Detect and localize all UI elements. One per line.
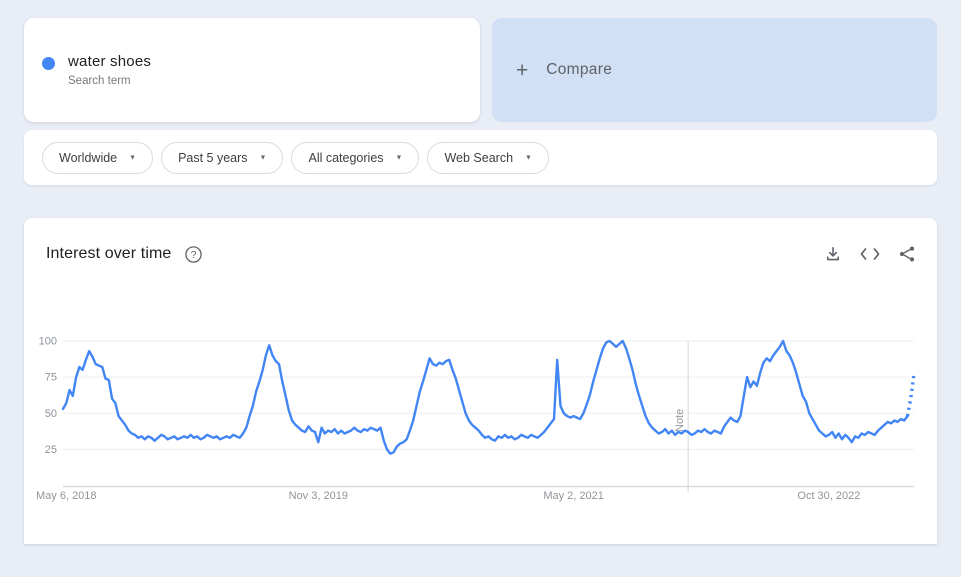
filter-category-label: All categories: [308, 150, 384, 165]
y-axis-label: 75: [45, 372, 57, 384]
filter-timerange-dropdown[interactable]: Past 5 years ▼: [161, 141, 284, 174]
help-icon[interactable]: ?: [184, 245, 203, 264]
chevron-down-icon: ▼: [129, 154, 137, 162]
filter-region-label: Worldwide: [59, 150, 118, 165]
y-axis-label: 50: [45, 408, 57, 420]
trend-line-dotted: [905, 373, 916, 417]
x-axis-label: Oct 30, 2022: [797, 490, 860, 502]
compare-button[interactable]: + Compare: [492, 18, 937, 122]
chart-title: Interest over time: [46, 245, 172, 262]
chevron-down-icon: ▼: [395, 154, 403, 162]
x-axis-label: Nov 3, 2019: [289, 490, 348, 502]
y-axis-label: 25: [45, 444, 57, 456]
filter-timerange-label: Past 5 years: [178, 150, 248, 165]
embed-icon[interactable]: [858, 246, 882, 262]
search-term-text: water shoes: [68, 53, 152, 70]
chart-header: Interest over time ?: [46, 244, 917, 264]
y-axis-label: 100: [39, 336, 57, 348]
share-icon[interactable]: [897, 244, 917, 264]
series-color-dot: [42, 56, 55, 70]
svg-text:?: ?: [191, 249, 197, 261]
chart-actions: [823, 244, 917, 264]
x-axis-label: May 2, 2021: [543, 490, 604, 502]
search-term-card[interactable]: water shoes Search term: [24, 18, 480, 122]
download-icon[interactable]: [823, 244, 843, 264]
note-label: Note: [674, 409, 686, 432]
filter-category-dropdown[interactable]: All categories ▼: [291, 141, 420, 174]
chevron-down-icon: ▼: [525, 154, 532, 162]
search-term-subtitle: Search term: [68, 75, 131, 87]
trend-line-solid[interactable]: [61, 339, 909, 455]
plus-icon: +: [516, 58, 529, 82]
query-header-row: water shoes Search term + Compare: [0, 0, 961, 122]
x-axis-label: May 6, 2018: [36, 490, 97, 502]
interest-over-time-chart[interactable]: 25 50 75 100 Note May 6, 2018 Nov 3, 2019 May 2…: [24, 218, 937, 538]
search-term-block: water shoes Search term: [68, 53, 151, 87]
filter-searchtype-dropdown[interactable]: Web Search ▼: [427, 141, 549, 174]
compare-label: Compare: [546, 61, 613, 78]
interest-over-time-card: Interest over time ? 25 50 75 100 Note M…: [24, 218, 937, 544]
filters-bar: Worldwide ▼ Past 5 years ▼ All categorie…: [24, 130, 937, 185]
filter-region-dropdown[interactable]: Worldwide ▼: [42, 141, 154, 174]
chevron-down-icon: ▼: [259, 154, 267, 162]
filter-searchtype-label: Web Search: [444, 150, 514, 165]
